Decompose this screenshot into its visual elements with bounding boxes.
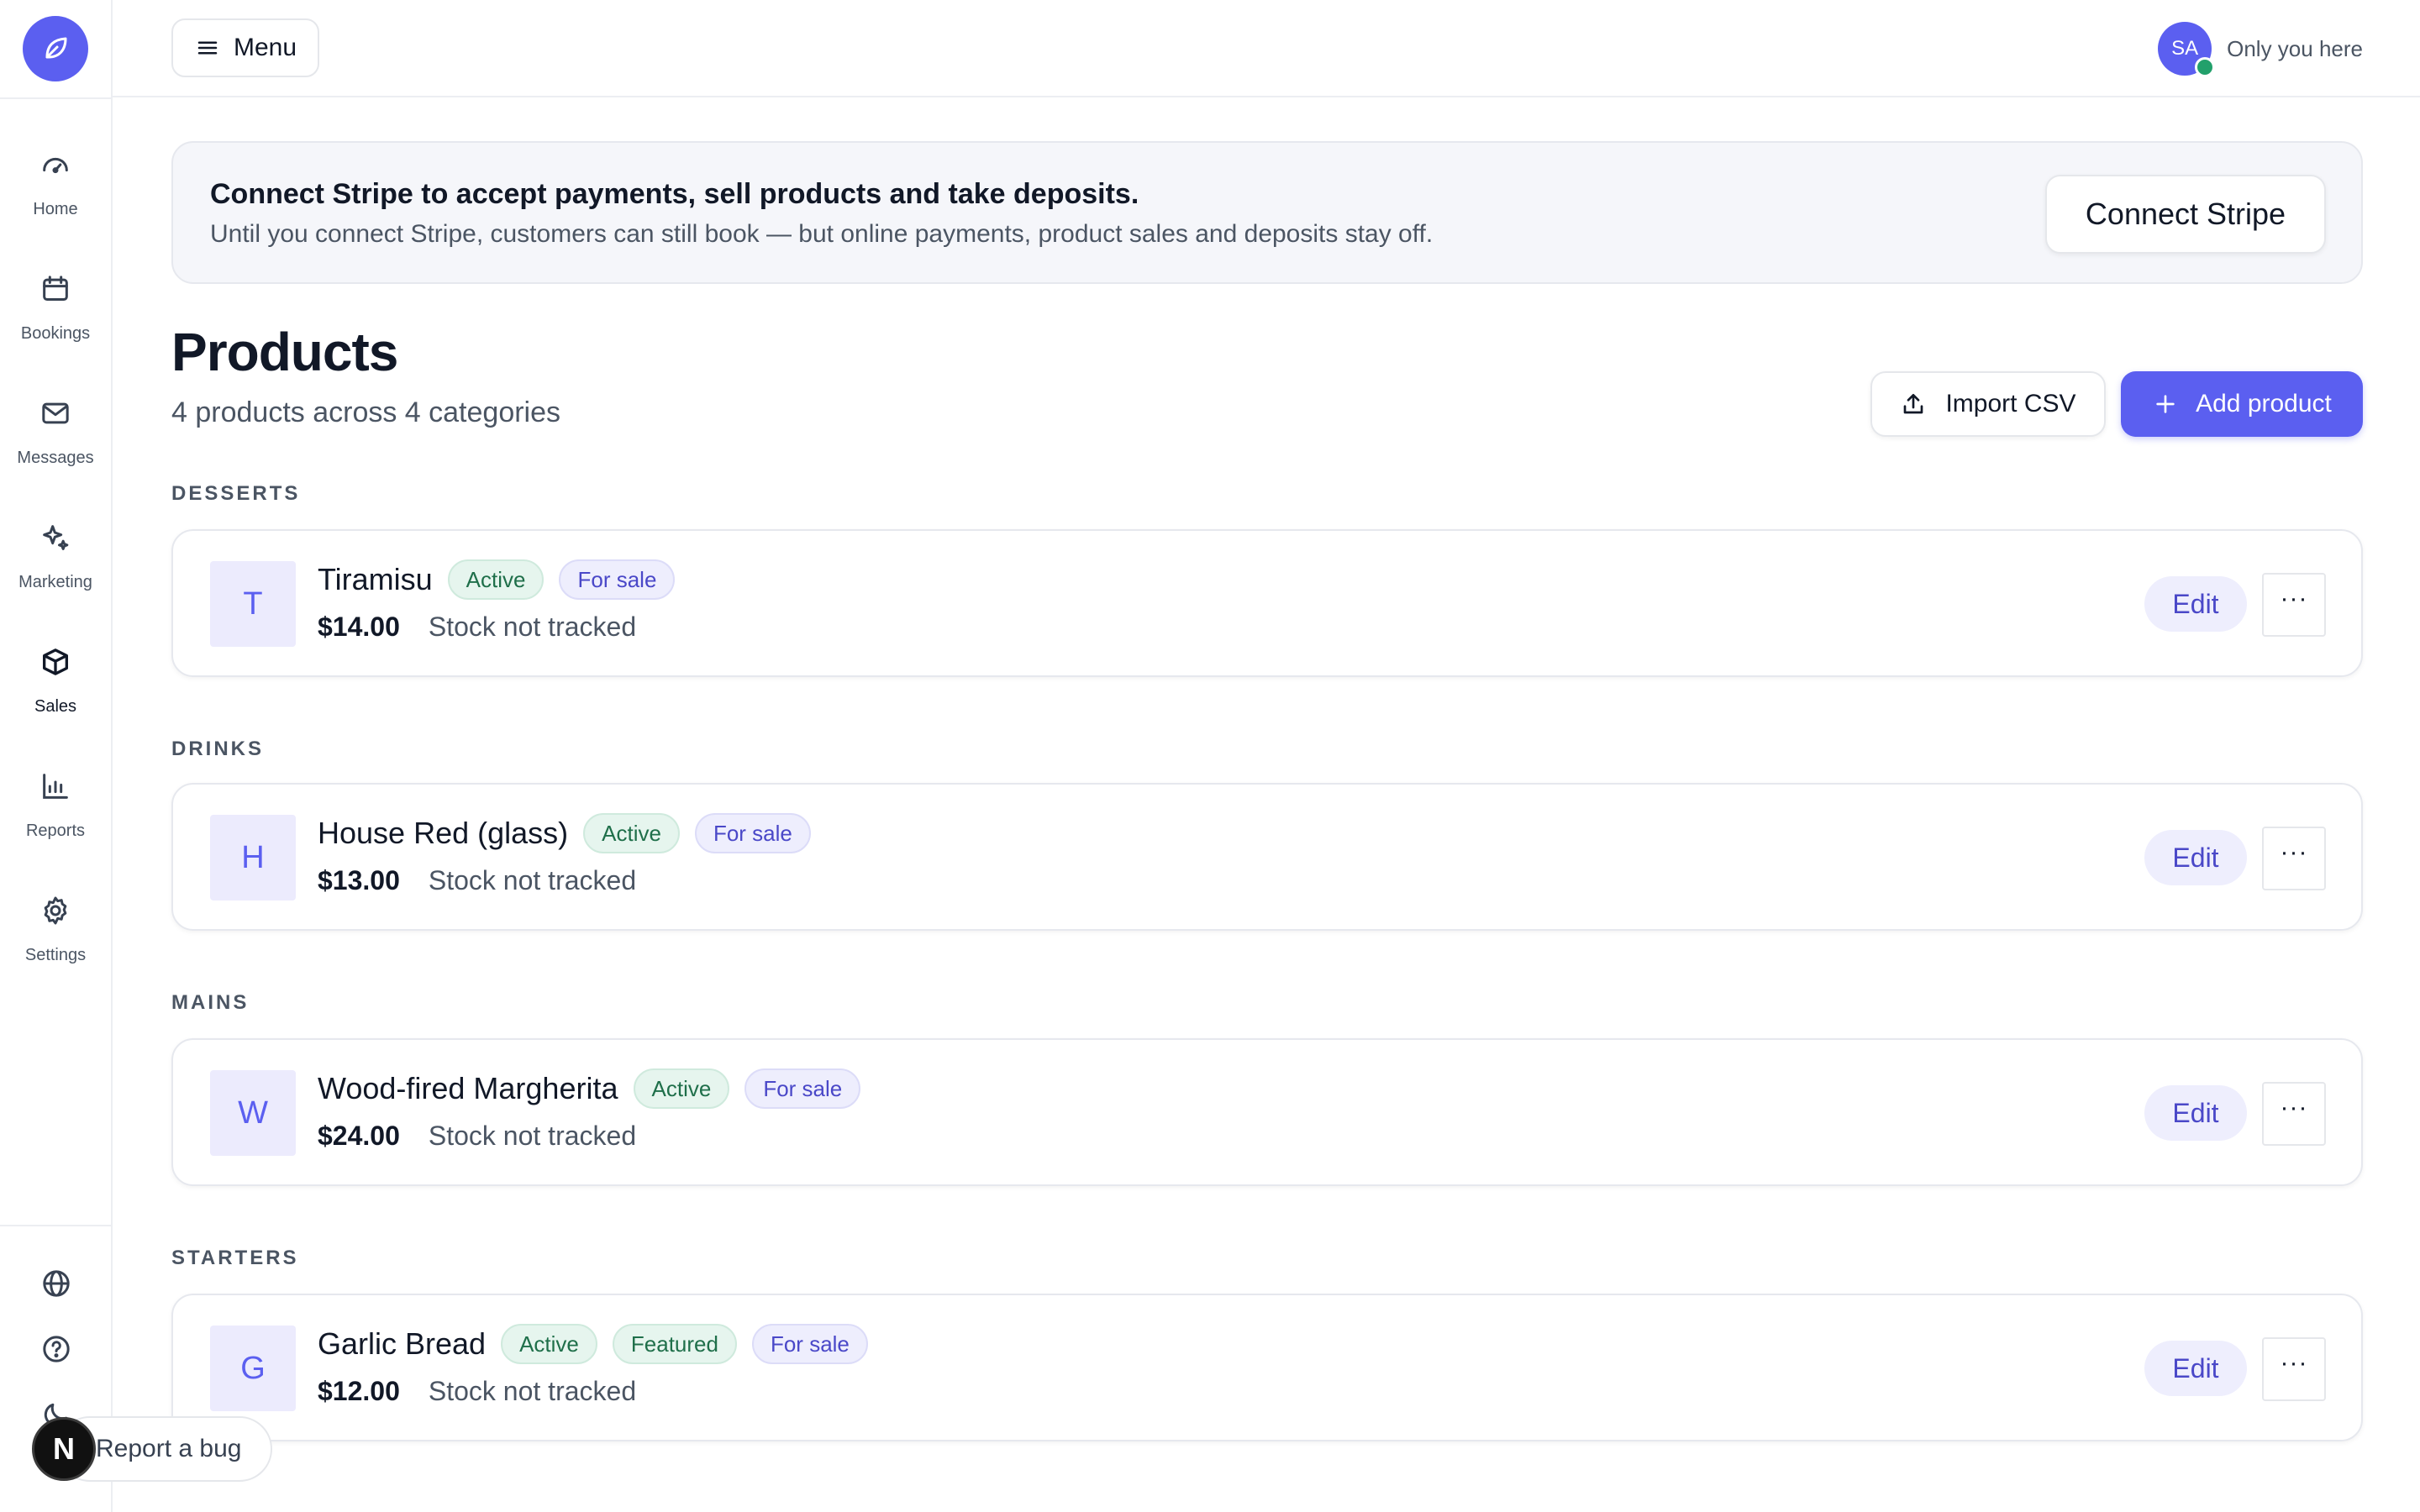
presence-indicator: SA Only you here	[2158, 22, 2363, 77]
edit-button[interactable]: Edit	[2144, 1085, 2247, 1141]
avatar-initials: SA	[2171, 37, 2199, 60]
product-name: Tiramisu	[318, 562, 433, 596]
status-badge: Active	[633, 1068, 730, 1109]
sale-badge: For sale	[751, 1324, 868, 1364]
mail-icon	[42, 402, 69, 424]
stock-status: Stock not tracked	[428, 612, 637, 642]
box-icon	[43, 648, 69, 675]
hamburger-icon	[197, 41, 218, 55]
sidebar-item-bookings[interactable]: Bookings	[0, 255, 111, 380]
more-options-button[interactable]: ···	[2262, 573, 2326, 637]
sale-badge: For sale	[559, 559, 676, 600]
product-thumbnail: W	[210, 1070, 296, 1156]
menu-button[interactable]: Menu	[171, 18, 319, 77]
status-badge: Active	[501, 1324, 597, 1364]
sale-badge: For sale	[694, 813, 811, 853]
edit-button[interactable]: Edit	[2144, 830, 2247, 885]
sidebar-item-label: Sales	[34, 697, 77, 716]
category-heading: MAINS	[171, 991, 250, 1014]
product-price: $13.00	[318, 865, 400, 895]
leaf-logo-icon[interactable]	[23, 16, 88, 81]
product-price: $12.00	[318, 1376, 400, 1406]
sidebar-item-marketing[interactable]: Marketing	[0, 504, 111, 628]
sidebar-item-label: Settings	[24, 946, 87, 964]
add-product-button[interactable]: Add product	[2121, 371, 2363, 437]
product-thumbnail: G	[210, 1326, 296, 1411]
featured-badge: Featured	[612, 1324, 737, 1364]
connect-stripe-button[interactable]: Connect Stripe	[2045, 175, 2326, 254]
sidebar-item-messages[interactable]: Messages	[0, 380, 111, 504]
product-card: H House Red (glass) Active For sale $13.…	[171, 783, 2363, 931]
import-csv-label: Import CSV	[1945, 390, 2076, 417]
logo-area	[0, 0, 111, 99]
product-name: Wood-fired Margherita	[318, 1071, 618, 1105]
product-name: House Red (glass)	[318, 816, 569, 850]
gear-icon	[44, 896, 67, 925]
more-options-button[interactable]: ···	[2262, 827, 2326, 890]
help-icon[interactable]	[39, 1332, 73, 1366]
page-subtitle: 4 products across 4 categories	[171, 396, 561, 428]
category-heading: STARTERS	[171, 1247, 299, 1269]
sale-badge: For sale	[744, 1068, 861, 1109]
sidebar-item-label: Home	[33, 200, 78, 218]
edit-button[interactable]: Edit	[2144, 576, 2247, 632]
sidebar-item-reports[interactable]: Reports	[0, 753, 111, 877]
more-options-button[interactable]: ···	[2262, 1337, 2326, 1401]
avatar[interactable]: SA	[2158, 22, 2216, 77]
stock-status: Stock not tracked	[428, 865, 637, 895]
category-heading: DRINKS	[171, 738, 265, 760]
product-card: W Wood-fired Margherita Active For sale …	[171, 1038, 2363, 1186]
product-price: $14.00	[318, 612, 400, 642]
import-csv-button[interactable]: Import CSV	[1870, 371, 2106, 437]
page-title: Products	[171, 322, 398, 382]
product-thumbnail: H	[210, 815, 296, 900]
product-card: T Tiramisu Active For sale $14.00 Stock …	[171, 529, 2363, 677]
online-status-dot	[2195, 57, 2216, 77]
sidebar-item-label: Bookings	[20, 324, 91, 343]
stripe-banner: Connect Stripe to accept payments, sell …	[171, 141, 2363, 284]
sidebar-item-home[interactable]: Home	[0, 131, 111, 255]
sidebar-item-label: Reports	[25, 822, 86, 840]
banner-title: Connect Stripe to accept payments, sell …	[210, 178, 1139, 210]
sidebar-item-settings[interactable]: Settings	[0, 877, 111, 1001]
calendar-icon	[43, 276, 68, 301]
category-heading: DESSERTS	[171, 482, 301, 505]
product-name: Garlic Bread	[318, 1326, 487, 1361]
sparkle-icon	[43, 525, 69, 550]
upload-icon	[1904, 394, 1923, 414]
product-thumbnail: T	[210, 561, 296, 647]
stock-status: Stock not tracked	[428, 1376, 637, 1406]
sidebar-item-label: Messages	[17, 449, 94, 467]
globe-icon[interactable]	[39, 1267, 73, 1300]
topbar: Menu SA Only you here	[113, 0, 2420, 97]
product-price: $24.00	[318, 1121, 400, 1151]
banner-description: Until you connect Stripe, customers can …	[210, 220, 1434, 248]
sidebar-item-sales[interactable]: Sales	[0, 628, 111, 753]
add-product-label: Add product	[2196, 390, 2332, 417]
report-bug-button[interactable]: N Report a bug	[32, 1416, 272, 1482]
status-badge: Active	[447, 559, 544, 600]
more-options-button[interactable]: ···	[2262, 1082, 2326, 1146]
presence-text: Only you here	[2227, 35, 2363, 61]
sidebar-item-label: Marketing	[18, 573, 92, 591]
plus-icon	[2156, 395, 2175, 413]
bar-chart-icon	[43, 774, 68, 799]
sidebar-nav: Home Bookings Messages Marketing Sales R…	[0, 99, 111, 1001]
report-bug-label: Report a bug	[96, 1435, 242, 1462]
stock-status: Stock not tracked	[428, 1121, 637, 1151]
dev-badge-icon: N	[32, 1417, 96, 1481]
status-badge: Active	[583, 813, 680, 853]
menu-label: Menu	[234, 34, 297, 61]
edit-button[interactable]: Edit	[2144, 1341, 2247, 1396]
sidebar: Home Bookings Messages Marketing Sales R…	[0, 0, 113, 1512]
product-card: G Garlic Bread Active Featured For sale …	[171, 1294, 2363, 1441]
gauge-icon	[43, 157, 68, 174]
